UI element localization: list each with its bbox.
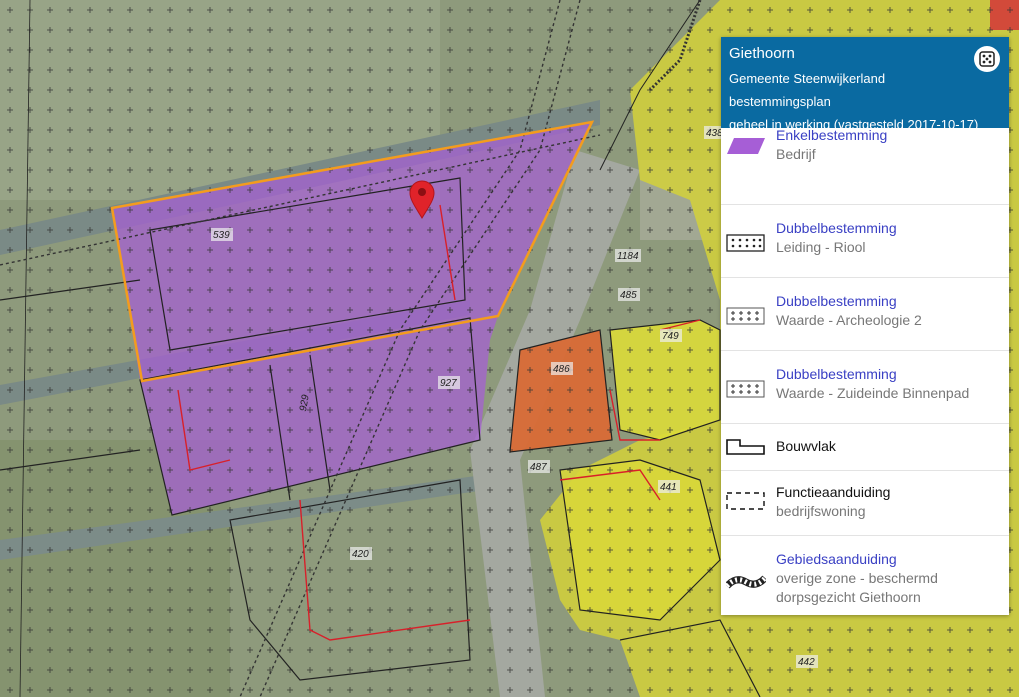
parcel-label: 442 bbox=[798, 657, 815, 668]
legend-detail: Waarde - Zuideinde Binnenpad bbox=[776, 385, 970, 401]
legend-detail: overige zone - beschermd bbox=[776, 570, 938, 586]
dice-close-icon bbox=[979, 51, 995, 67]
dotted-box-icon bbox=[726, 234, 765, 252]
parcel-label: 486 bbox=[553, 364, 570, 375]
parcel-label: 749 bbox=[662, 331, 679, 342]
legend-detail: Bedrijf bbox=[776, 146, 816, 162]
purple-parallelogram-icon bbox=[727, 138, 765, 154]
legend-item-beschermd-dorpsgezicht[interactable]: Gebiedsaanduiding overige zone - bescher… bbox=[721, 535, 1009, 615]
feature-info-popup: Giethoorn Gemeente Steenwijkerland beste… bbox=[721, 37, 1009, 615]
legend-category[interactable]: Gebiedsaanduiding bbox=[776, 550, 938, 569]
legend-item-enkelbestemming[interactable]: Enkelbestemming Bedrijf bbox=[721, 128, 1009, 194]
legend-category[interactable]: Dubbelbestemming bbox=[776, 292, 922, 311]
legend-category: Bouwvlak bbox=[776, 438, 836, 454]
legend-item-zuideinde-binnenpad[interactable]: Dubbelbestemming Waarde - Zuideinde Binn… bbox=[721, 350, 1009, 423]
parcel-label: 420 bbox=[352, 549, 369, 560]
legend-item-leiding-riool[interactable]: Dubbelbestemming Leiding - Riool bbox=[721, 204, 1009, 277]
parcel-label: 485 bbox=[620, 290, 637, 301]
legend-item-archeologie[interactable]: Dubbelbestemming Waarde - Archeologie 2 bbox=[721, 277, 1009, 350]
popup-plan-type: bestemmingsplan bbox=[729, 94, 831, 109]
legend-detail: Waarde - Archeologie 2 bbox=[776, 312, 922, 328]
legend-category[interactable]: Dubbelbestemming bbox=[776, 365, 969, 384]
legend-detail: bedrijfswoning bbox=[776, 503, 866, 519]
hatched-band-icon bbox=[726, 575, 766, 589]
building-outline-icon bbox=[726, 439, 765, 455]
legend-detail: dorpsgezicht Giethoorn bbox=[776, 589, 921, 605]
plus-box-icon bbox=[726, 380, 765, 398]
parcel-label: 487 bbox=[530, 462, 547, 473]
parcel-label: 1184 bbox=[617, 251, 639, 262]
dashed-box-icon bbox=[726, 492, 765, 510]
legend-item-bedrijfswoning: Functieaanduiding bedrijfswoning bbox=[721, 470, 1009, 535]
popup-close-button[interactable] bbox=[974, 46, 1000, 72]
popup-title: Giethoorn bbox=[729, 45, 795, 62]
legend-item-bouwvlak: Bouwvlak bbox=[721, 423, 1009, 470]
popup-header: Giethoorn Gemeente Steenwijkerland beste… bbox=[721, 37, 1009, 132]
legend-category[interactable]: Enkelbestemming bbox=[776, 128, 887, 145]
legend-category[interactable]: Dubbelbestemming bbox=[776, 219, 897, 238]
legend-list: Enkelbestemming Bedrijf Dubbelbestemming… bbox=[721, 128, 1009, 615]
legend-category: Functieaanduiding bbox=[776, 484, 891, 500]
popup-municipality: Gemeente Steenwijkerland bbox=[729, 71, 886, 86]
parcel-label: 539 bbox=[213, 230, 230, 241]
legend-detail: Leiding - Riool bbox=[776, 239, 866, 255]
parcel-label: 441 bbox=[660, 482, 677, 493]
plus-box-icon bbox=[726, 307, 765, 325]
parcel-label: 927 bbox=[440, 378, 457, 389]
